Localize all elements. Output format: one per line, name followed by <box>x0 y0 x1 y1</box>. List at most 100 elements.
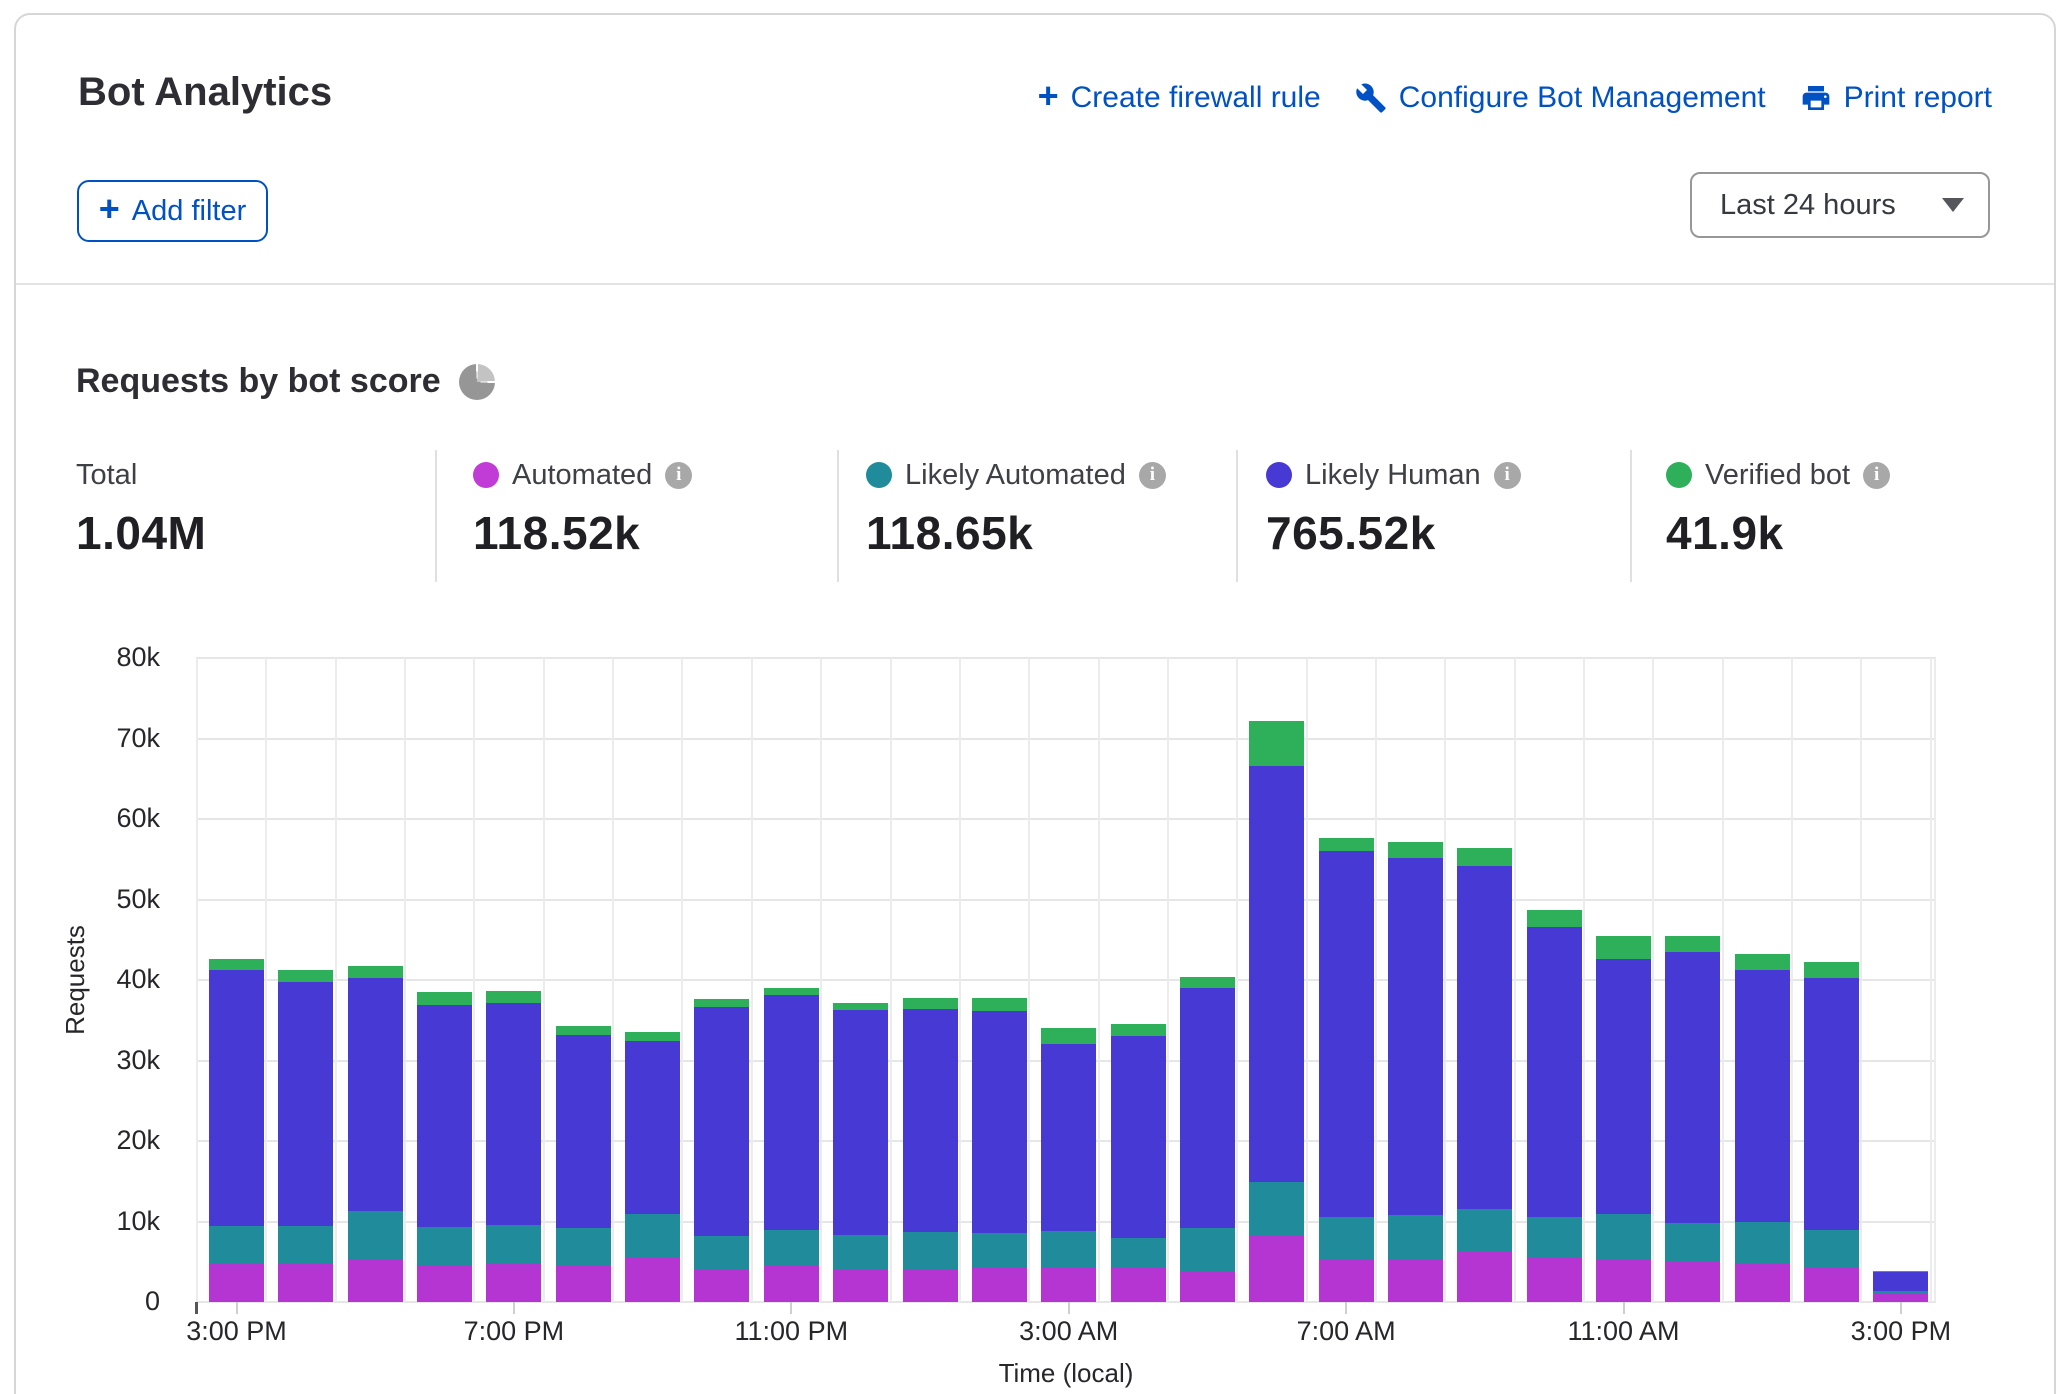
bar-segment[interactable] <box>625 1032 680 1041</box>
bar-segment[interactable] <box>486 1003 541 1225</box>
bar-segment[interactable] <box>903 1269 958 1302</box>
bar-segment[interactable] <box>1665 1262 1720 1302</box>
bar-segment[interactable] <box>348 966 403 978</box>
bar-segment[interactable] <box>278 970 333 981</box>
bar[interactable] <box>694 999 749 1302</box>
bar[interactable] <box>1665 936 1720 1302</box>
bar[interactable] <box>1457 848 1512 1302</box>
bar-segment[interactable] <box>486 991 541 1003</box>
bar[interactable] <box>209 959 264 1302</box>
bar[interactable] <box>1596 936 1651 1302</box>
bar-segment[interactable] <box>1735 954 1790 969</box>
bar-segment[interactable] <box>1180 1271 1235 1302</box>
bar-segment[interactable] <box>1319 851 1374 1216</box>
bar[interactable] <box>1527 910 1582 1302</box>
bar[interactable] <box>1041 1028 1096 1302</box>
info-icon[interactable]: i <box>1139 462 1166 489</box>
bar-segment[interactable] <box>556 1035 611 1228</box>
bar-segment[interactable] <box>1527 927 1582 1218</box>
bar-segment[interactable] <box>209 959 264 969</box>
bar-segment[interactable] <box>1596 959 1651 1214</box>
bar-segment[interactable] <box>348 978 403 1211</box>
bar-segment[interactable] <box>1388 1215 1443 1259</box>
bar[interactable] <box>1180 977 1235 1302</box>
bar-segment[interactable] <box>486 1225 541 1264</box>
time-range-dropdown[interactable]: Last 24 hours <box>1690 172 1990 238</box>
bar-segment[interactable] <box>1111 1024 1166 1036</box>
bar[interactable] <box>972 998 1027 1302</box>
bar-segment[interactable] <box>209 1264 264 1302</box>
info-icon[interactable]: i <box>1863 462 1890 489</box>
bar-segment[interactable] <box>764 1230 819 1265</box>
bar[interactable] <box>833 1003 888 1302</box>
bar-segment[interactable] <box>1388 842 1443 858</box>
bar-segment[interactable] <box>1735 970 1790 1223</box>
bar-segment[interactable] <box>833 1235 888 1270</box>
bar-segment[interactable] <box>764 995 819 1231</box>
bar-segment[interactable] <box>278 1263 333 1302</box>
bar-segment[interactable] <box>625 1041 680 1214</box>
bar-segment[interactable] <box>1735 1222 1790 1262</box>
bar-segment[interactable] <box>1388 1259 1443 1302</box>
bar-segment[interactable] <box>1180 988 1235 1228</box>
bar[interactable] <box>278 970 333 1302</box>
bar-segment[interactable] <box>972 1268 1027 1302</box>
bar[interactable] <box>1249 721 1304 1302</box>
bar-segment[interactable] <box>1527 910 1582 927</box>
bar-segment[interactable] <box>1180 1228 1235 1271</box>
bar-segment[interactable] <box>1804 1230 1859 1267</box>
bar-segment[interactable] <box>972 1233 1027 1268</box>
bar-segment[interactable] <box>1457 848 1512 866</box>
bar-segment[interactable] <box>833 1270 888 1302</box>
bar-segment[interactable] <box>1457 1209 1512 1252</box>
bar-segment[interactable] <box>903 998 958 1009</box>
bar-segment[interactable] <box>903 1232 958 1269</box>
bar[interactable] <box>1735 954 1790 1302</box>
bar-segment[interactable] <box>764 1265 819 1302</box>
info-icon[interactable]: i <box>1494 462 1521 489</box>
bar-segment[interactable] <box>694 1269 749 1302</box>
bar-segment[interactable] <box>486 1263 541 1302</box>
bar-segment[interactable] <box>694 1007 749 1236</box>
bar-segment[interactable] <box>1249 1235 1304 1302</box>
configure-bot-management-link[interactable]: Configure Bot Management <box>1355 81 1766 115</box>
bar[interactable] <box>1873 1271 1928 1302</box>
bar-segment[interactable] <box>1457 1252 1512 1302</box>
bar-segment[interactable] <box>1111 1238 1166 1268</box>
bar-segment[interactable] <box>1041 1231 1096 1268</box>
bar-segment[interactable] <box>625 1214 680 1257</box>
bar[interactable] <box>1319 838 1374 1302</box>
bar-segment[interactable] <box>417 1005 472 1227</box>
bar-segment[interactable] <box>1249 766 1304 1182</box>
bar-segment[interactable] <box>417 992 472 1005</box>
bar-segment[interactable] <box>972 998 1027 1011</box>
bar-segment[interactable] <box>833 1010 888 1235</box>
bar-segment[interactable] <box>556 1026 611 1035</box>
bar-segment[interactable] <box>556 1265 611 1302</box>
bar-segment[interactable] <box>1388 858 1443 1215</box>
bar[interactable] <box>1111 1024 1166 1302</box>
bar-segment[interactable] <box>1527 1257 1582 1302</box>
bar-segment[interactable] <box>1665 1223 1720 1262</box>
bar-segment[interactable] <box>417 1227 472 1265</box>
add-filter-button[interactable]: + Add filter <box>77 180 268 242</box>
bar[interactable] <box>764 988 819 1302</box>
bar-segment[interactable] <box>1804 1267 1859 1302</box>
bar[interactable] <box>556 1026 611 1302</box>
bar-segment[interactable] <box>903 1009 958 1232</box>
bar-segment[interactable] <box>1735 1263 1790 1302</box>
bar-segment[interactable] <box>1041 1028 1096 1044</box>
bar-segment[interactable] <box>972 1011 1027 1233</box>
bar-segment[interactable] <box>1319 838 1374 852</box>
bar-segment[interactable] <box>1527 1217 1582 1256</box>
bar-segment[interactable] <box>556 1228 611 1265</box>
bar-segment[interactable] <box>1041 1268 1096 1302</box>
bar-segment[interactable] <box>348 1260 403 1302</box>
bar-segment[interactable] <box>1873 1294 1928 1302</box>
bar[interactable] <box>1388 842 1443 1302</box>
bar-segment[interactable] <box>1249 721 1304 766</box>
bar-segment[interactable] <box>1804 978 1859 1229</box>
bar[interactable] <box>486 991 541 1302</box>
bar[interactable] <box>1804 962 1859 1302</box>
bar-segment[interactable] <box>1111 1268 1166 1302</box>
